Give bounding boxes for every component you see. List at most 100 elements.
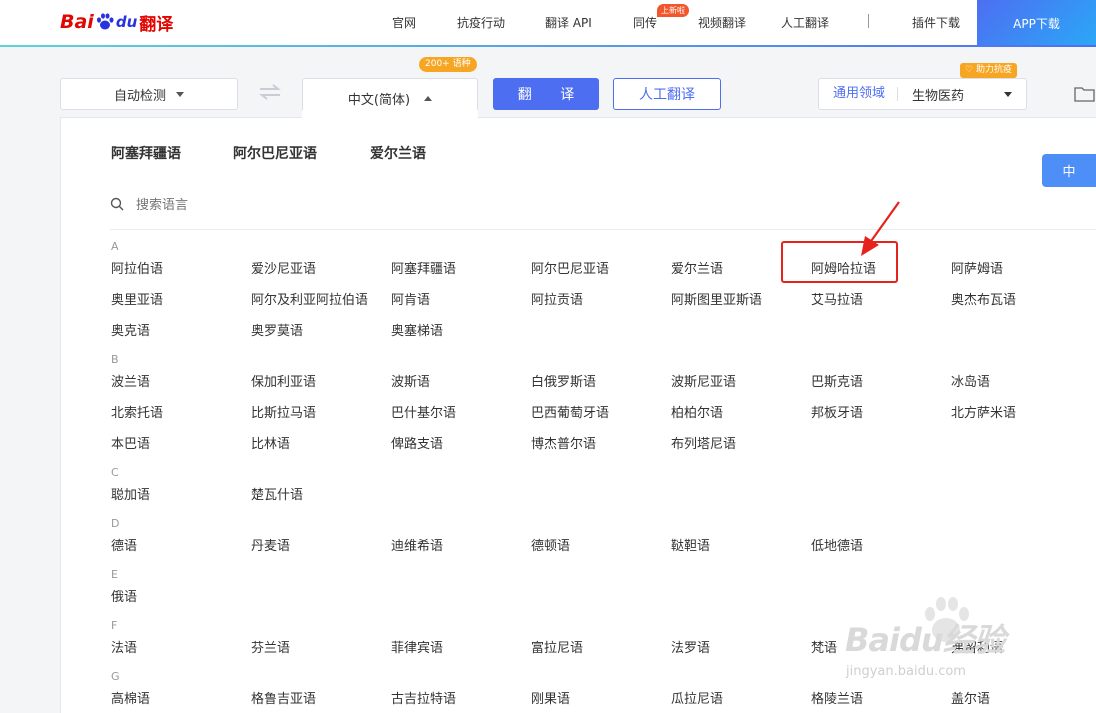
language-option[interactable]: 丹麦语 <box>251 535 290 554</box>
domain-label: 通用领域 <box>819 87 899 101</box>
section-letter-d: D <box>111 517 120 530</box>
help-badge-label: 助力抗疫 <box>975 65 1012 75</box>
source-language-select[interactable]: 自动检测 <box>60 78 238 110</box>
app-download-button[interactable]: APP下载 <box>977 0 1096 46</box>
language-option[interactable]: 奥克语 <box>111 320 150 339</box>
language-option[interactable]: 波斯语 <box>391 371 430 390</box>
language-option[interactable]: 奥杰布瓦语 <box>951 289 1016 308</box>
language-option[interactable]: 阿拉伯语 <box>111 258 163 277</box>
language-option[interactable]: 艾马拉语 <box>811 289 863 308</box>
new-badge: 上新啦 <box>657 4 689 17</box>
language-option[interactable]: 阿斯图里亚斯语 <box>671 289 762 308</box>
chevron-down-icon <box>176 91 184 97</box>
language-option[interactable]: 德语 <box>111 535 137 554</box>
language-option[interactable]: 芬兰语 <box>251 637 290 656</box>
language-option[interactable]: 盖尔语 <box>951 688 990 707</box>
recent-language[interactable]: 爱尔兰语 <box>370 143 426 163</box>
language-option[interactable]: 格陵兰语 <box>811 688 863 707</box>
language-option[interactable]: 巴什基尔语 <box>391 402 456 421</box>
chinese-toggle-button[interactable]: 中 <box>1042 154 1096 187</box>
language-option[interactable]: 俾路支语 <box>391 433 443 452</box>
language-option[interactable]: 法语 <box>111 637 137 656</box>
language-option[interactable]: 楚瓦什语 <box>251 484 303 503</box>
language-option[interactable]: 梵语 <box>811 637 837 656</box>
language-option[interactable]: 白俄罗斯语 <box>531 371 596 390</box>
language-option[interactable]: 布列塔尼语 <box>671 433 736 452</box>
language-option[interactable]: 波斯尼亚语 <box>671 371 736 390</box>
nav-translate-api[interactable]: 翻译 API <box>545 14 592 31</box>
language-option[interactable]: 比斯拉马语 <box>251 402 316 421</box>
section-letter-g: G <box>111 670 120 683</box>
anti-epidemic-badge: ♡ 助力抗疫 <box>960 63 1017 78</box>
language-option[interactable]: 本巴语 <box>111 433 150 452</box>
nav-anti-epidemic[interactable]: 抗疫行动 <box>457 14 505 31</box>
logo-text-bai: Bai <box>60 11 94 33</box>
language-option[interactable]: 奥塞梯语 <box>391 320 443 339</box>
language-option[interactable]: 聪加语 <box>111 484 150 503</box>
red-arrow-icon <box>861 201 900 256</box>
language-option[interactable]: 菲律宾语 <box>391 637 443 656</box>
nav-human-translate[interactable]: 人工翻译 <box>781 14 829 31</box>
language-option[interactable]: 富拉尼语 <box>531 637 583 656</box>
language-option[interactable]: 波兰语 <box>111 371 150 390</box>
nav-video-translate[interactable]: 视频翻译 <box>698 14 746 31</box>
translate-button[interactable]: 翻 译 <box>493 78 599 110</box>
swap-languages-icon[interactable] <box>258 82 282 102</box>
panel-tab-joint <box>302 110 478 120</box>
language-option[interactable]: 阿肯语 <box>391 289 430 308</box>
language-option[interactable]: 博杰普尔语 <box>531 433 596 452</box>
language-option[interactable]: 奥里亚语 <box>111 289 163 308</box>
section-letter-b: B <box>111 353 119 366</box>
language-option[interactable]: 瓜拉尼语 <box>671 688 723 707</box>
search-icon <box>110 197 124 211</box>
language-option[interactable]: 阿萨姆语 <box>951 258 1003 277</box>
top-header: Bai du 翻译 官网 抗疫行动 翻译 API 同传 上新啦 视频翻译 人工翻… <box>0 0 1096 47</box>
heart-hand-icon: ♡ <box>965 65 976 75</box>
language-option[interactable]: 北索托语 <box>111 402 163 421</box>
recent-language[interactable]: 阿尔巴尼亚语 <box>233 143 317 163</box>
section-letter-c: C <box>111 466 119 479</box>
section-letter-f: F <box>111 619 118 632</box>
language-option[interactable]: 比林语 <box>251 433 290 452</box>
recent-language[interactable]: 阿塞拜疆语 <box>111 143 181 163</box>
human-translate-button[interactable]: 人工翻译 <box>613 78 721 110</box>
chevron-up-icon <box>424 96 433 101</box>
language-option[interactable]: 爱尔兰语 <box>671 258 723 277</box>
language-option[interactable]: 古吉拉特语 <box>391 688 456 707</box>
language-option[interactable]: 阿拉贡语 <box>531 289 583 308</box>
language-option[interactable]: 迪维希语 <box>391 535 443 554</box>
language-option[interactable]: 阿塞拜疆语 <box>391 258 456 277</box>
language-option[interactable]: 鞑靼语 <box>671 535 710 554</box>
language-option[interactable]: 俄语 <box>111 586 137 605</box>
language-option[interactable]: 巴斯克语 <box>811 371 863 390</box>
language-search-input[interactable] <box>136 196 636 214</box>
nav-plugin-download[interactable]: 插件下载 <box>912 14 960 31</box>
language-option[interactable]: 邦板牙语 <box>811 402 863 421</box>
logo-text-du: du <box>115 13 138 31</box>
language-option[interactable]: 德顿语 <box>531 535 570 554</box>
language-option[interactable]: 阿尔巴尼亚语 <box>531 258 609 277</box>
search-underline <box>110 229 1096 230</box>
language-option[interactable]: 北方萨米语 <box>951 402 1016 421</box>
language-option[interactable]: 保加利亚语 <box>251 371 316 390</box>
nav-simultaneous[interactable]: 同传 <box>633 14 657 31</box>
language-option[interactable]: 冰岛语 <box>951 371 990 390</box>
watermark-text: Baidu经验 <box>845 621 1006 659</box>
nav-divider <box>868 14 869 28</box>
language-option[interactable]: 刚果语 <box>531 688 570 707</box>
section-letter-e: E <box>111 568 118 581</box>
language-option[interactable]: 奥罗莫语 <box>251 320 303 339</box>
logo-text-product: 翻译 <box>139 14 174 35</box>
language-option[interactable]: 柏柏尔语 <box>671 402 723 421</box>
language-option[interactable]: 法罗语 <box>671 637 710 656</box>
baidu-fanyi-logo[interactable]: Bai du 翻译 <box>60 9 173 35</box>
nav-official-site[interactable]: 官网 <box>392 14 416 31</box>
language-option[interactable]: 爱沙尼亚语 <box>251 258 316 277</box>
domain-select[interactable]: 通用领域 生物医药 <box>818 78 1027 110</box>
language-option[interactable]: 阿尔及利亚阿拉伯语 <box>251 289 368 308</box>
language-option[interactable]: 格鲁吉亚语 <box>251 688 316 707</box>
language-option[interactable]: 巴西葡萄牙语 <box>531 402 609 421</box>
language-option[interactable]: 高棉语 <box>111 688 150 707</box>
language-option[interactable]: 低地德语 <box>811 535 863 554</box>
folder-icon[interactable] <box>1073 84 1096 104</box>
